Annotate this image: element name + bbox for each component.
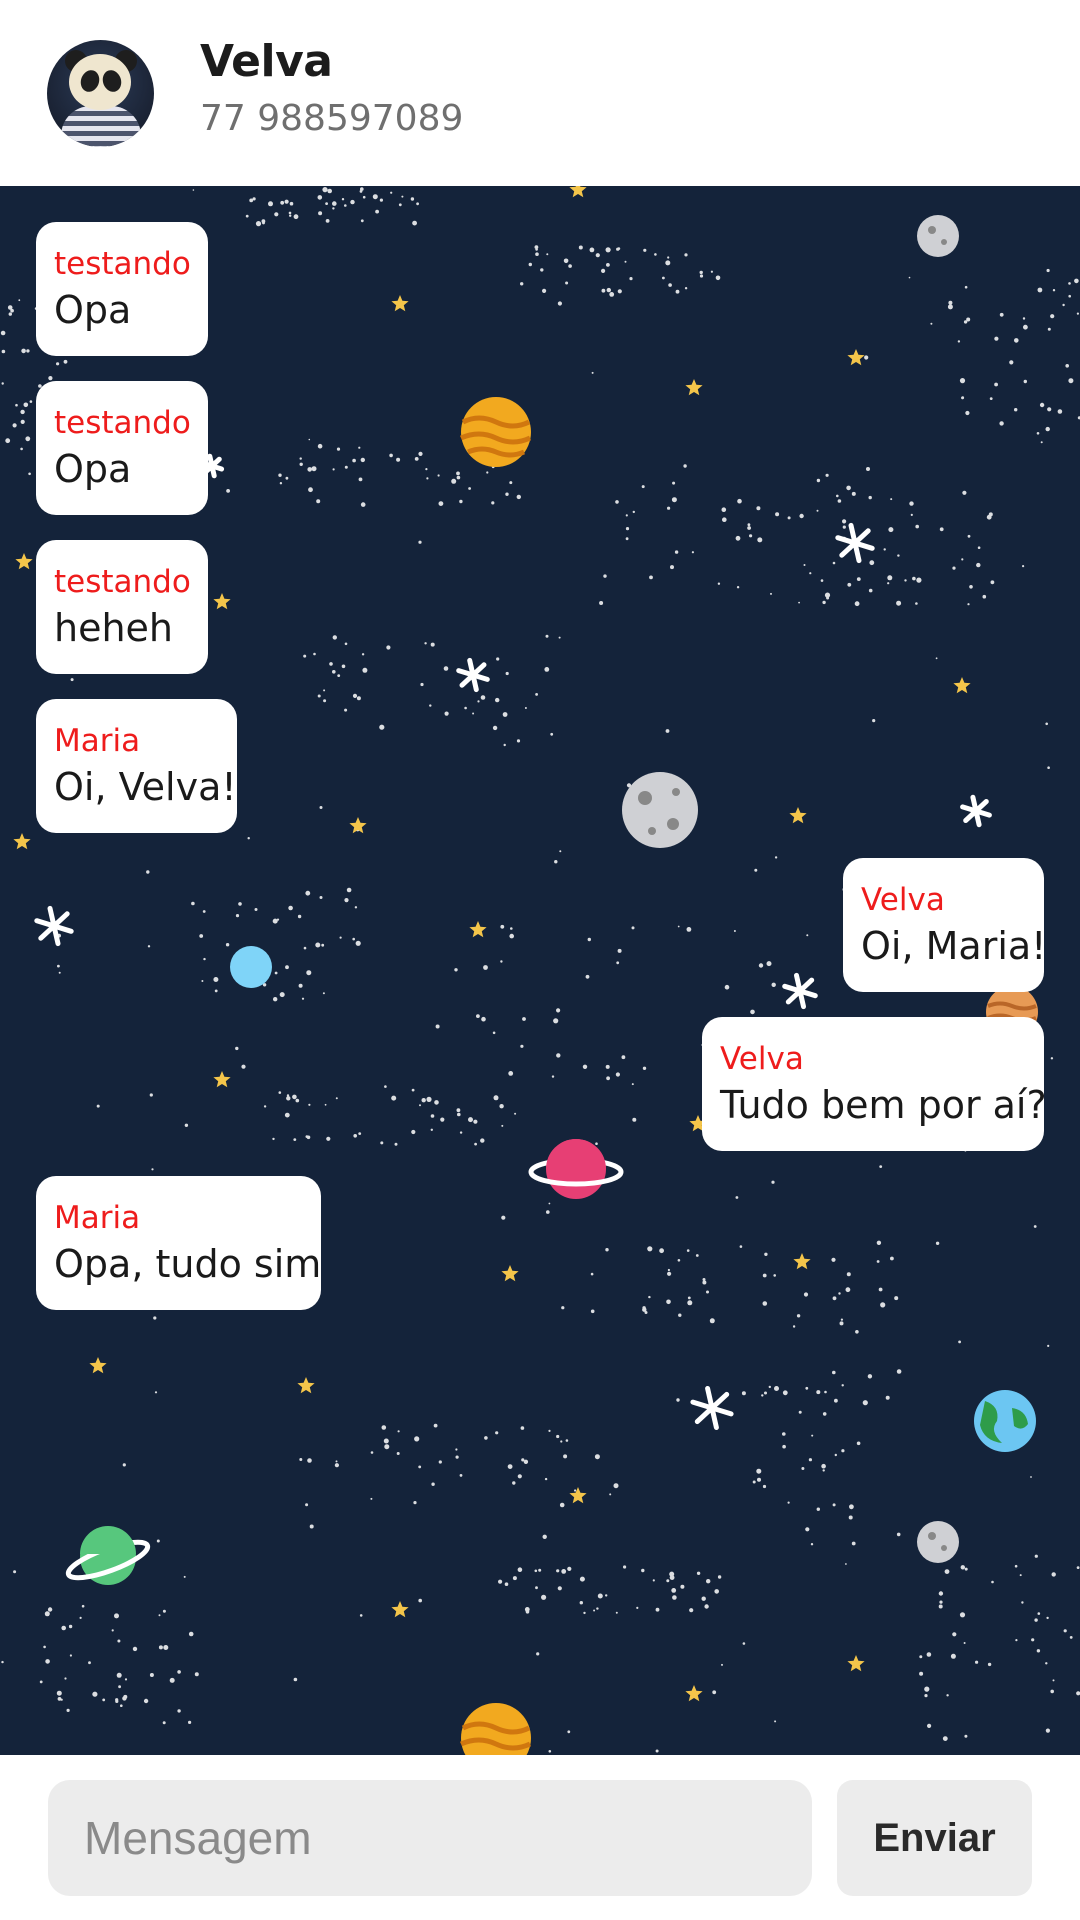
message-sender: Velva xyxy=(720,1041,804,1077)
message-bubble[interactable]: testando Opa xyxy=(36,222,208,356)
chat-header: Velva 77 988597089 xyxy=(0,0,1080,186)
message-sender: Maria xyxy=(54,723,141,759)
message-text: Tudo bem por aí? xyxy=(720,1083,1047,1127)
message-composer: Enviar xyxy=(0,1755,1080,1920)
message-sender: testando xyxy=(54,564,191,600)
message-text: Oi, Velva! xyxy=(54,765,237,809)
message-bubble[interactable]: Maria Oi, Velva! xyxy=(36,699,237,833)
message-sender: testando xyxy=(54,405,191,441)
moon-icon xyxy=(622,772,698,848)
small-moon-icon xyxy=(917,215,959,257)
message-input[interactable] xyxy=(48,1780,812,1896)
message-text: heheh xyxy=(54,606,174,650)
message-text: Oi, Maria! xyxy=(861,924,1047,968)
avatar[interactable] xyxy=(47,40,154,147)
orange-planet-icon-2 xyxy=(459,1703,532,1755)
pink-ringed-planet-icon xyxy=(528,1139,624,1199)
message-bubble[interactable]: Velva Tudo bem por aí? xyxy=(702,1017,1047,1151)
message-sender: Velva xyxy=(861,882,945,918)
orange-planet-icon xyxy=(459,397,532,467)
message-sender: testando xyxy=(54,246,191,282)
message-sender: Maria xyxy=(54,1200,141,1236)
message-text: Opa xyxy=(54,288,132,332)
message-bubble[interactable]: testando heheh xyxy=(36,540,208,674)
message-bubble[interactable]: Velva Oi, Maria! xyxy=(843,858,1047,992)
avatar-head xyxy=(69,54,131,110)
message-bubble[interactable]: testando Opa xyxy=(36,381,208,515)
blue-planet-icon xyxy=(230,946,272,988)
send-button[interactable]: Enviar xyxy=(837,1780,1032,1896)
message-text: Opa, tudo sim xyxy=(54,1242,322,1286)
message-text: Opa xyxy=(54,447,132,491)
avatar-shirt xyxy=(61,106,141,147)
chat-app: Velva 77 988597089 testando Opa testando… xyxy=(0,0,1080,1920)
small-moon-icon-2 xyxy=(917,1521,959,1563)
earth-planet-icon xyxy=(974,1390,1036,1452)
green-ringed-planet-icon xyxy=(65,1526,151,1585)
message-bubble[interactable]: Maria Opa, tudo sim xyxy=(36,1176,321,1310)
contact-name: Velva xyxy=(200,36,333,87)
chat-messages-area[interactable]: testando Opa testando Opa testando heheh… xyxy=(0,186,1080,1755)
contact-phone: 77 988597089 xyxy=(200,98,464,139)
